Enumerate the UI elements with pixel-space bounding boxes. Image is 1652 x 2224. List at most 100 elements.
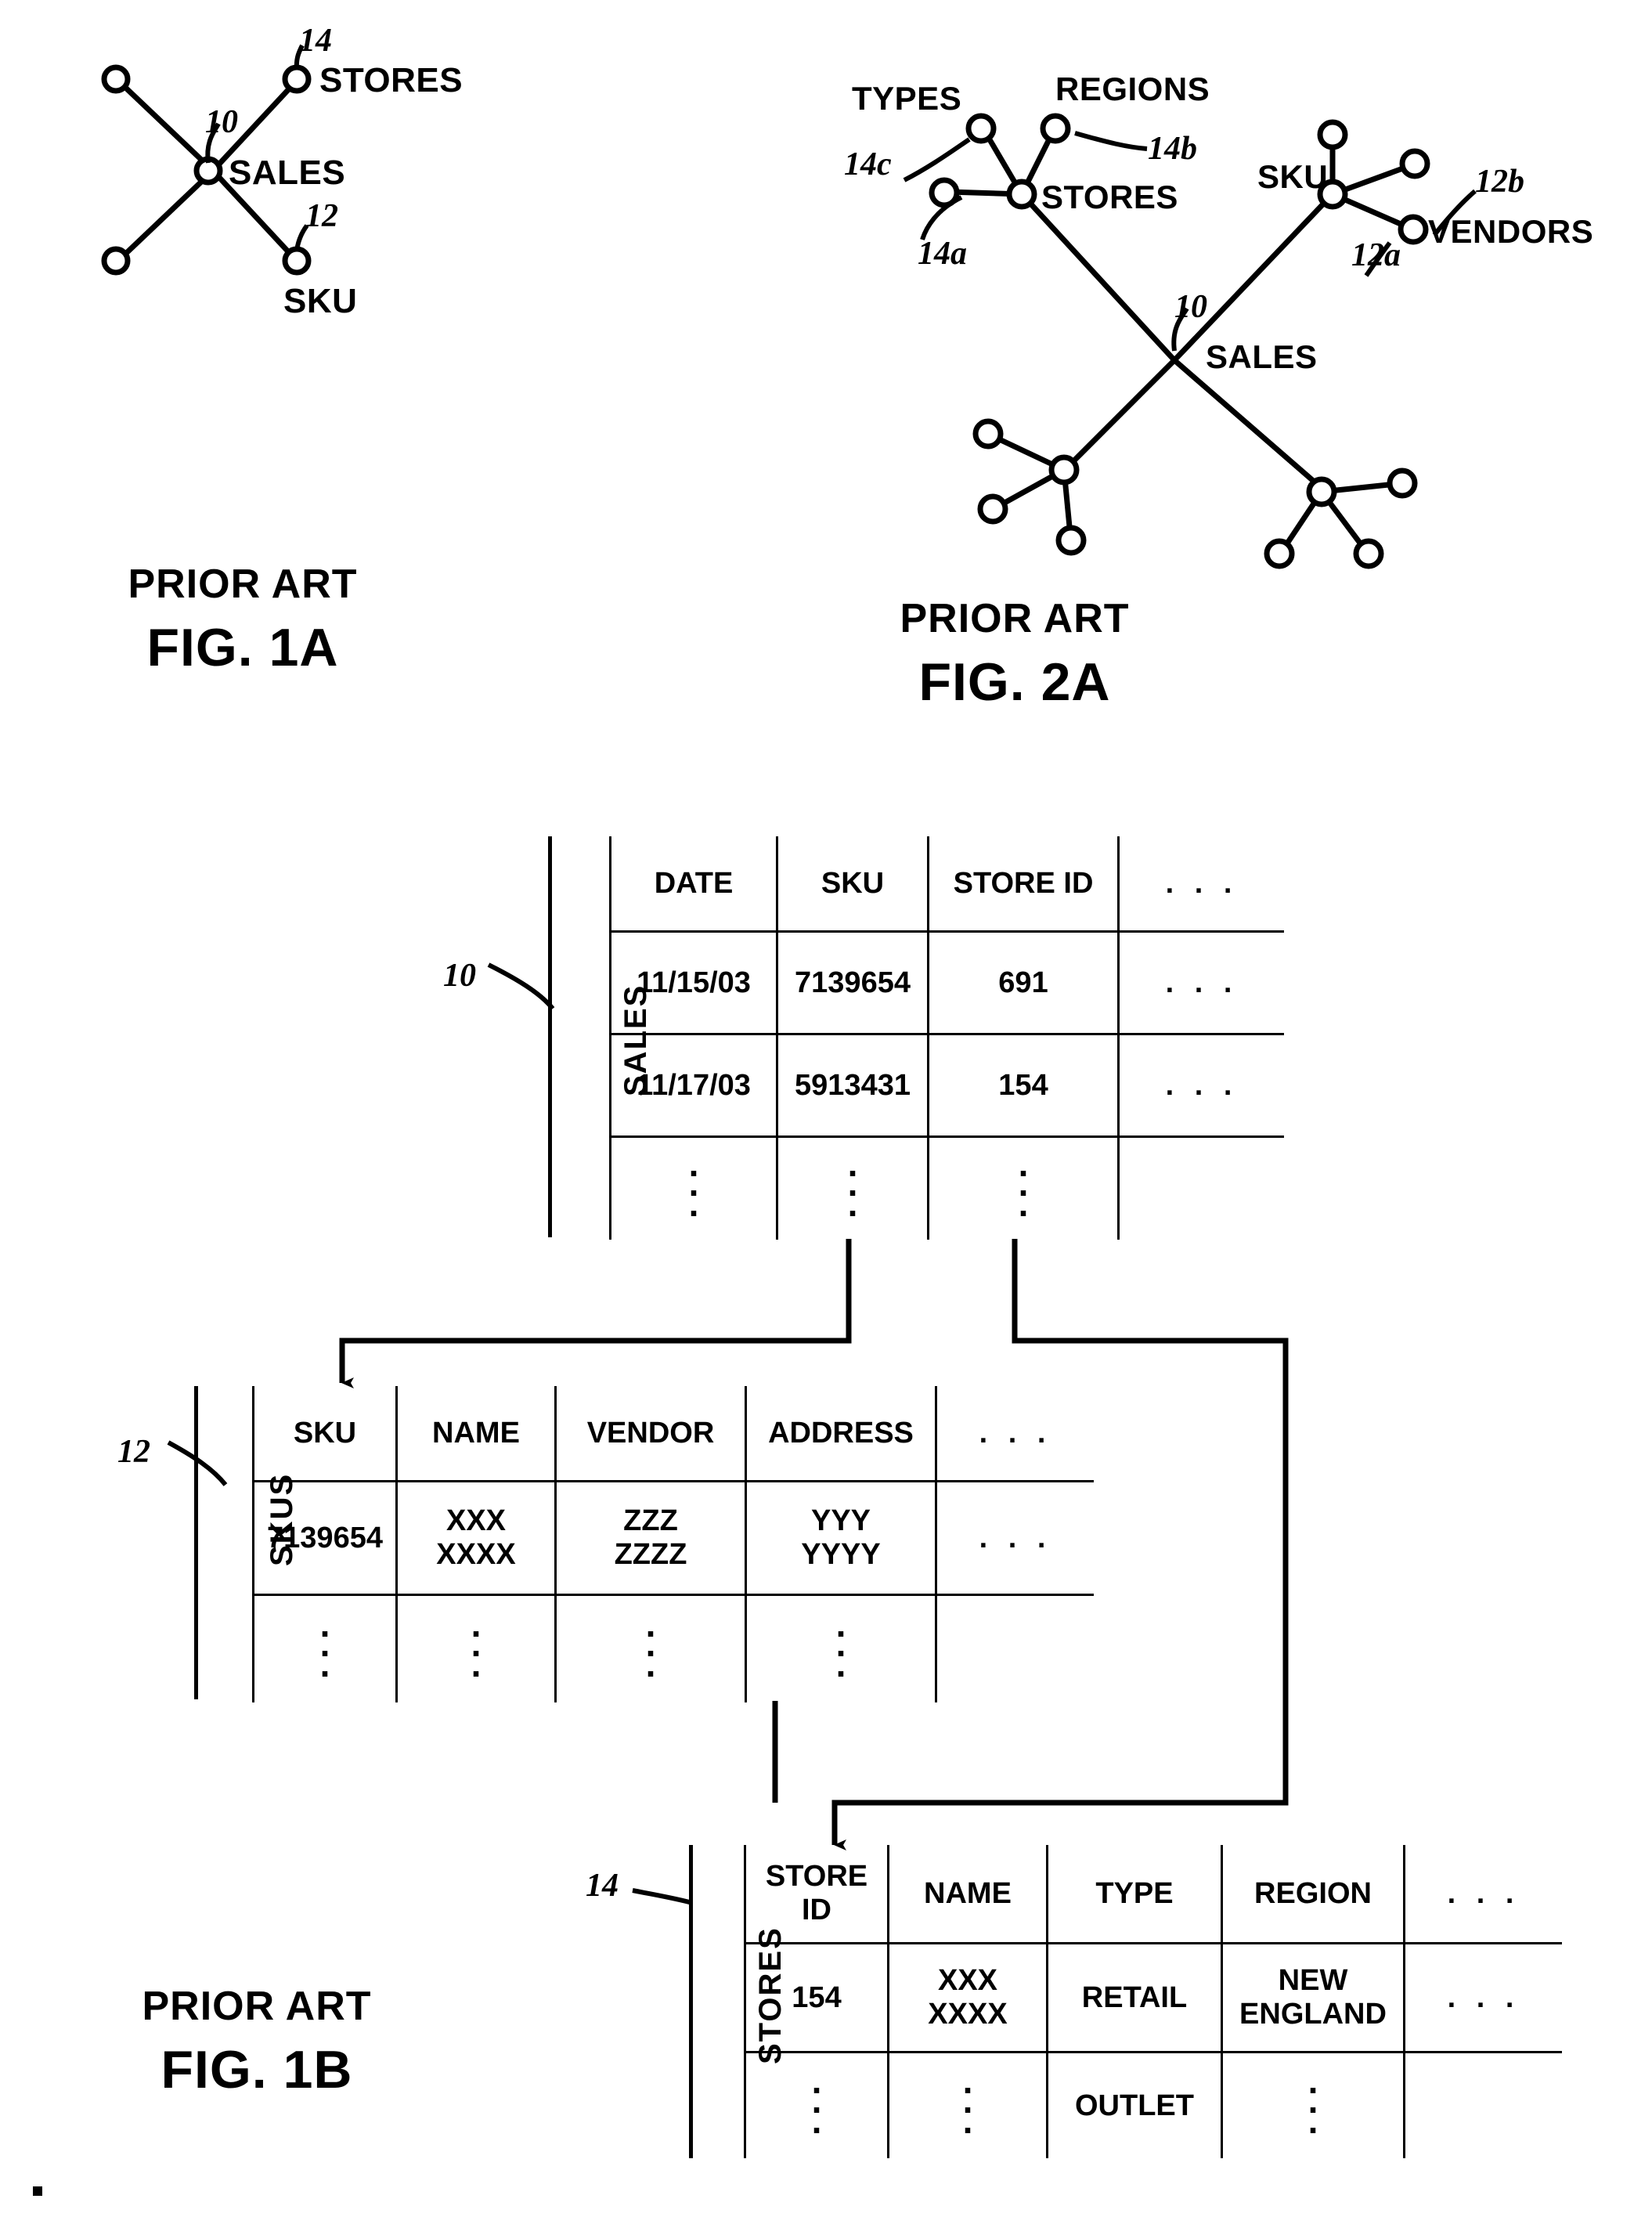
- fig2a-label-regions: REGIONS: [1055, 70, 1210, 107]
- stores-r2-type: OUTLET: [1046, 2051, 1223, 2158]
- fig2a-label-sku: SKU: [1257, 158, 1329, 195]
- sales-r2-storeid: 154: [927, 1033, 1120, 1138]
- fig2a-caption: FIG. 2A: [918, 652, 1111, 712]
- table-row: 11/15/03 7139654 691 . . .: [609, 930, 1284, 1035]
- fig1a-node-stores: [282, 64, 312, 94]
- fig2a-label-vendors: VENDORS: [1428, 213, 1594, 250]
- skus-r2-ellipsis: [935, 1594, 1094, 1702]
- fig2a-edge-se: [1172, 358, 1326, 492]
- fig2a-node-se: [1306, 476, 1337, 507]
- stores-header-storeid: STORE ID: [744, 1845, 889, 1944]
- skus-header-vendor: VENDOR: [554, 1386, 747, 1482]
- fig2a-node-sku-up: [1317, 119, 1348, 150]
- stores-header-type: TYPE: [1046, 1845, 1223, 1944]
- page-corner-mark: [33, 2186, 42, 2196]
- stores-r1-region: NEW ENGLAND: [1221, 1942, 1405, 2053]
- stores-header-name: NAME: [887, 1845, 1048, 1944]
- fig1a-node-nw: [101, 64, 131, 94]
- skus-table: SKU NAME VENDOR ADDRESS . . . 7139654 XX…: [252, 1386, 1094, 1702]
- stores-r1-type: RETAIL: [1046, 1942, 1223, 2053]
- fig2a-node-sw-c: [1055, 525, 1087, 556]
- fig2a-leader-14b: [1074, 131, 1148, 151]
- sales-table-left-rail: [548, 836, 552, 1237]
- stores-r1-ellipsis: . . .: [1403, 1942, 1562, 2053]
- sales-r3-storeid: ...: [927, 1135, 1120, 1240]
- stores-r2-storeid: ...: [744, 2051, 889, 2158]
- fig2a-node-se-b: [1264, 538, 1295, 569]
- table-row: 7139654 XXX XXXX ZZZ ZZZZ YYY YYYY . . .: [252, 1480, 1094, 1596]
- fig2a-node-sw-b: [977, 493, 1008, 525]
- fig2a-prior-art: PRIOR ART: [900, 596, 1130, 641]
- stores-r2-name: ...: [887, 2051, 1048, 2158]
- fig2a-edge-sw: [1062, 358, 1177, 472]
- skus-r1-name: XXX XXXX: [395, 1480, 557, 1596]
- sales-header-ellipsis: . . .: [1117, 836, 1284, 933]
- fig2a-ref-10: 10: [1174, 289, 1207, 325]
- stores-r1-name: XXX XXXX: [887, 1942, 1048, 2053]
- fig2a-ref-14b: 14b: [1148, 131, 1197, 167]
- table-row: 154 XXX XXXX RETAIL NEW ENGLAND . . .: [744, 1942, 1562, 2053]
- fig1b-caption: FIG. 1B: [161, 2040, 353, 2099]
- table-row-ellipsis: ... ... ...: [609, 1135, 1284, 1240]
- stores-header-ellipsis: . . .: [1403, 1845, 1562, 1944]
- fig1a-node-sw: [101, 246, 131, 276]
- sales-r1-ellipsis: . . .: [1117, 930, 1284, 1035]
- fig2a-graph: [903, 113, 1477, 569]
- fig1b-prior-art: PRIOR ART: [142, 1984, 372, 2029]
- fig2a-node-sw-a: [972, 418, 1004, 449]
- table-row-ellipsis: ... ... OUTLET ...: [744, 2051, 1562, 2158]
- fig1a-label-sku: SKU: [283, 282, 358, 320]
- leader-ref-14: [632, 1888, 693, 1905]
- sales-r2-ellipsis: . . .: [1117, 1033, 1284, 1138]
- sales-r3-date: ...: [609, 1135, 778, 1240]
- fig2a-node-sw: [1048, 454, 1080, 486]
- sales-r1-sku: 7139654: [776, 930, 929, 1035]
- fig2a-ref-14c: 14c: [844, 146, 892, 182]
- skus-r2-address: ...: [745, 1594, 937, 1702]
- fig1a-prior-art: PRIOR ART: [128, 561, 358, 607]
- skus-r1-vendor: ZZZ ZZZZ: [554, 1480, 747, 1596]
- fig2a-node-types: [965, 113, 997, 144]
- stores-r2-ellipsis: [1403, 2051, 1562, 2158]
- skus-header-address: ADDRESS: [745, 1386, 937, 1482]
- fig2a-edge-stores: [1021, 193, 1177, 363]
- stores-table-left-rail: [689, 1845, 693, 2158]
- skus-r1-sku: 7139654: [252, 1480, 398, 1596]
- fig2a-node-regions: [1040, 113, 1071, 144]
- sales-table: DATE SKU STORE ID . . . 11/15/03 7139654…: [609, 836, 1284, 1240]
- fig2a-node-stores: [1006, 179, 1037, 210]
- fig1a-ref-12: 12: [305, 198, 338, 234]
- fig1a-edge-sw: [117, 168, 215, 262]
- skus-table-left-rail: [194, 1386, 198, 1699]
- skus-r2-name: ...: [395, 1594, 557, 1702]
- sales-r3-ellipsis: [1117, 1135, 1284, 1240]
- skus-header-name: NAME: [395, 1386, 557, 1482]
- fig2a-ref-12a: 12a: [1351, 237, 1401, 273]
- leader-ref-10: [487, 962, 555, 1010]
- fig1a-edge-nw: [117, 79, 215, 173]
- skus-header-sku: SKU: [252, 1386, 398, 1482]
- skus-r2-vendor: ...: [554, 1594, 747, 1702]
- table-row-ellipsis: ... ... ... ...: [252, 1594, 1094, 1702]
- stores-table-ref: 14: [586, 1868, 619, 1904]
- fig2a-node-se-c: [1353, 538, 1384, 569]
- fig1a-caption: FIG. 1A: [146, 618, 339, 677]
- stores-r2-region: ...: [1221, 2051, 1405, 2158]
- sales-r2-sku: 5913431: [776, 1033, 929, 1138]
- stores-r1-storeid: 154: [744, 1942, 889, 2053]
- sales-r2-date: 11/17/03: [609, 1033, 778, 1138]
- fig2a-edge-sku: [1172, 193, 1333, 363]
- skus-r2-sku: ...: [252, 1594, 398, 1702]
- fig2a-label-types: TYPES: [852, 80, 962, 117]
- fig1a-label-sales: SALES: [229, 153, 346, 192]
- patent-figure-page: STORES SALES SKU 14 10 12 PRIOR ART FIG.…: [0, 0, 1652, 2224]
- sales-header-storeid: STORE ID: [927, 836, 1120, 933]
- skus-r1-ellipsis: . . .: [935, 1480, 1094, 1596]
- sales-header-row: DATE SKU STORE ID . . .: [609, 836, 1284, 933]
- fig1a-node-sku: [282, 246, 312, 276]
- stores-header-row: STORE ID NAME TYPE REGION . . .: [744, 1845, 1562, 1944]
- table-row: 11/17/03 5913431 154 . . .: [609, 1033, 1284, 1138]
- stores-table: STORE ID NAME TYPE REGION . . . 154 XXX …: [744, 1845, 1562, 2158]
- sales-r1-date: 11/15/03: [609, 930, 778, 1035]
- fig2a-ref-14a: 14a: [918, 236, 967, 272]
